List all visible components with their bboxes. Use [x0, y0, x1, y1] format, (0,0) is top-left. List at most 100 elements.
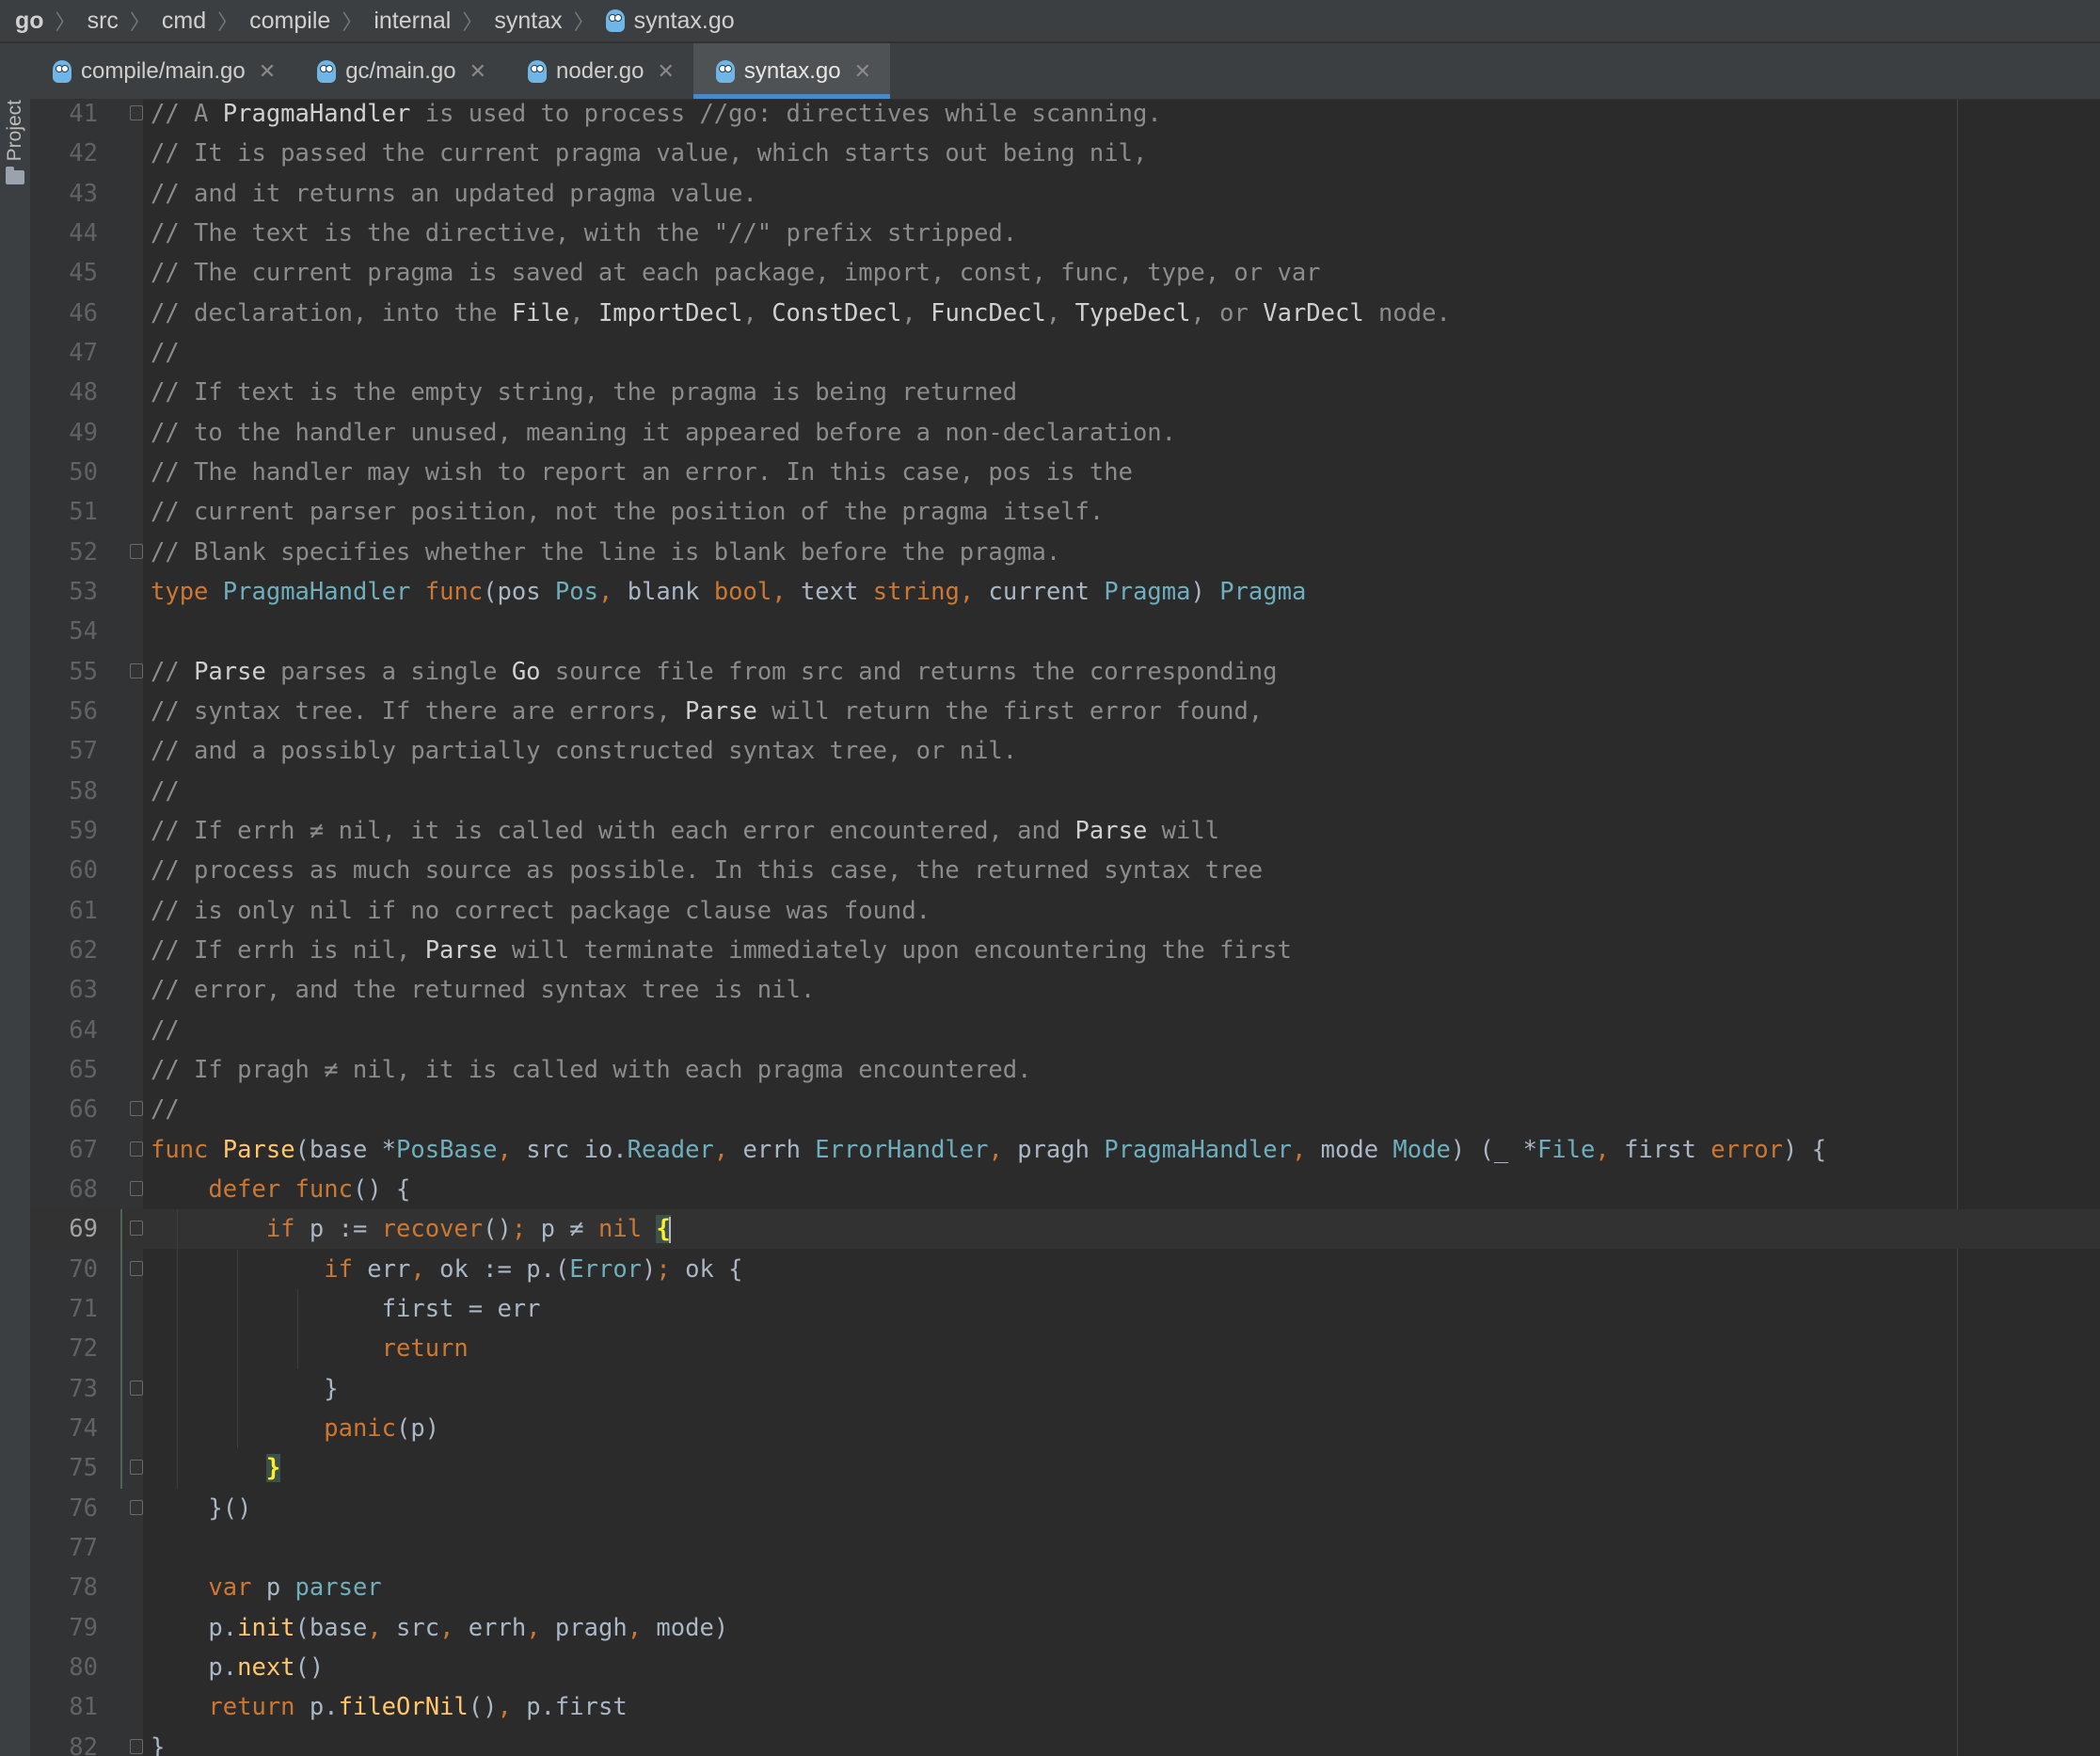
line-number: 79	[69, 1613, 98, 1642]
code-text: //	[151, 1095, 180, 1125]
code-line: 44 // The text is the directive, with the…	[30, 214, 2100, 253]
tab-gc-main-go[interactable]: gc/main.go ✕	[294, 43, 505, 99]
close-icon[interactable]: ✕	[469, 59, 486, 84]
code-line: 42 // It is passed the current pragma val…	[30, 134, 2100, 173]
breadcrumb-item[interactable]: src	[88, 8, 119, 35]
line-number: 71	[69, 1294, 98, 1323]
fold-marker-icon[interactable]	[130, 662, 143, 678]
code-text: p.next()	[151, 1652, 325, 1682]
line-number: 42	[69, 139, 98, 168]
breadcrumb-item[interactable]: go	[15, 8, 44, 35]
breadcrumb-item[interactable]: internal	[374, 8, 451, 35]
line-number: 82	[69, 1732, 98, 1756]
breadcrumb-item[interactable]: syntax	[494, 8, 562, 35]
fold-marker-icon[interactable]	[130, 1460, 143, 1476]
line-number: 74	[69, 1413, 98, 1443]
go-file-icon	[715, 59, 735, 83]
vcs-change-marker[interactable]	[120, 1209, 122, 1489]
chevron-right-icon: 〉	[55, 10, 76, 34]
code-line: 64 //	[30, 1011, 2100, 1050]
code-text: // Blank specifies whether the line is b…	[151, 537, 1061, 567]
line-number: 50	[69, 457, 98, 487]
code-line: 77	[30, 1528, 2100, 1568]
fold-marker-icon[interactable]	[130, 543, 143, 559]
code-text: //	[151, 776, 180, 806]
code-text: panic(p)	[324, 1413, 440, 1443]
tab-label: compile/main.go	[81, 57, 246, 84]
line-number: 47	[69, 338, 98, 367]
line-number: 78	[69, 1573, 98, 1603]
code-text: // is only nil if no correct package cla…	[151, 896, 931, 925]
code-text: if err, ok := p.(Error); ok {	[324, 1254, 743, 1284]
fold-marker-icon[interactable]	[130, 1380, 143, 1396]
code-line: 66 //	[30, 1090, 2100, 1129]
code-text: type PragmaHandler func(pos Pos, blank b…	[151, 577, 1307, 606]
fold-marker-icon[interactable]	[130, 1101, 143, 1117]
breadcrumb-item[interactable]: syntax.go	[605, 8, 735, 35]
project-tool-button[interactable]: Project	[0, 100, 30, 209]
code-text: //	[151, 1015, 180, 1045]
code-line: 59 // If errh ≠ nil, it is called with ea…	[30, 811, 2100, 851]
code-text: // declaration, into the File, ImportDec…	[151, 298, 1451, 327]
go-file-icon	[528, 59, 548, 83]
code-text: // A PragmaHandler is used to process //…	[151, 100, 1162, 128]
line-number: 68	[69, 1174, 98, 1204]
indent-guide	[177, 1209, 178, 1489]
chevron-right-icon: 〉	[342, 10, 363, 34]
code-line: 56 // syntax tree. If there are errors, P…	[30, 692, 2100, 731]
line-number: 73	[69, 1374, 98, 1403]
code-line: 50 // The handler may wish to report an e…	[30, 453, 2100, 492]
code-line: 60 // process as much source as possible.…	[30, 851, 2100, 890]
line-number: 69	[69, 1215, 98, 1244]
chevron-right-icon: 〉	[462, 10, 484, 34]
line-number: 45	[69, 259, 98, 288]
line-number: 63	[69, 976, 98, 1005]
code-text: // The current pragma is saved at each p…	[151, 259, 1321, 288]
fold-marker-icon[interactable]	[130, 1260, 143, 1276]
tab-label: gc/main.go	[345, 57, 456, 84]
chevron-right-icon: 〉	[129, 10, 151, 34]
code-line: 75 }	[30, 1448, 2100, 1488]
code-line: 45 // The current pragma is saved at each…	[30, 253, 2100, 293]
chevron-right-icon: 〉	[573, 10, 595, 34]
line-number: 66	[69, 1095, 98, 1125]
breadcrumb-item[interactable]: compile	[249, 8, 330, 35]
tab-syntax-go[interactable]: syntax.go ✕	[692, 43, 891, 99]
fold-marker-icon[interactable]	[130, 105, 143, 120]
code-line: 62 // If errh is nil, Parse will terminat…	[30, 931, 2100, 970]
code-line: 65 // If pragh ≠ nil, it is called with e…	[30, 1050, 2100, 1090]
line-number: 49	[69, 418, 98, 447]
line-number: 75	[69, 1454, 98, 1483]
line-number: 60	[69, 856, 98, 886]
code-line: 49 // to the handler unused, meaning it a…	[30, 413, 2100, 453]
code-editor[interactable]: 41 // A PragmaHandler is used to process …	[30, 100, 2100, 1756]
breadcrumb: go 〉 src 〉 cmd 〉 compile 〉 internal 〉 syntax 〉 synta…	[0, 0, 2100, 43]
close-icon[interactable]: ✕	[854, 59, 871, 84]
code-text: // and it returns an updated pragma valu…	[151, 179, 757, 208]
fold-marker-icon[interactable]	[130, 1180, 143, 1196]
fold-marker-icon[interactable]	[130, 1221, 143, 1237]
close-icon[interactable]: ✕	[657, 59, 674, 84]
indent-guide	[237, 1249, 238, 1449]
close-icon[interactable]: ✕	[259, 59, 276, 84]
tab-compile-main-go[interactable]: compile/main.go ✕	[30, 43, 294, 99]
code-text: }	[151, 1732, 166, 1756]
folder-icon	[6, 167, 24, 185]
fold-marker-icon[interactable]	[130, 1141, 143, 1157]
breadcrumb-label: compile	[249, 7, 331, 34]
code-line: 78 var p parser	[30, 1568, 2100, 1607]
fold-marker-icon[interactable]	[130, 1738, 143, 1754]
breadcrumb-label: go	[15, 7, 44, 34]
tab-noder-go[interactable]: noder.go ✕	[505, 43, 693, 99]
fold-marker-icon[interactable]	[130, 1499, 143, 1515]
code-text: // If pragh ≠ nil, it is called with eac…	[151, 1055, 1032, 1084]
line-number: 51	[69, 498, 98, 527]
line-number: 64	[69, 1015, 98, 1045]
breadcrumb-item[interactable]: cmd	[162, 8, 206, 35]
line-number: 61	[69, 896, 98, 925]
breadcrumb-label: syntax	[494, 7, 563, 34]
line-number: 54	[69, 617, 98, 647]
line-number: 76	[69, 1493, 98, 1523]
code-line: 70 if err, ok := p.(Error); ok {	[30, 1250, 2100, 1289]
breadcrumb-label: src	[87, 7, 119, 34]
